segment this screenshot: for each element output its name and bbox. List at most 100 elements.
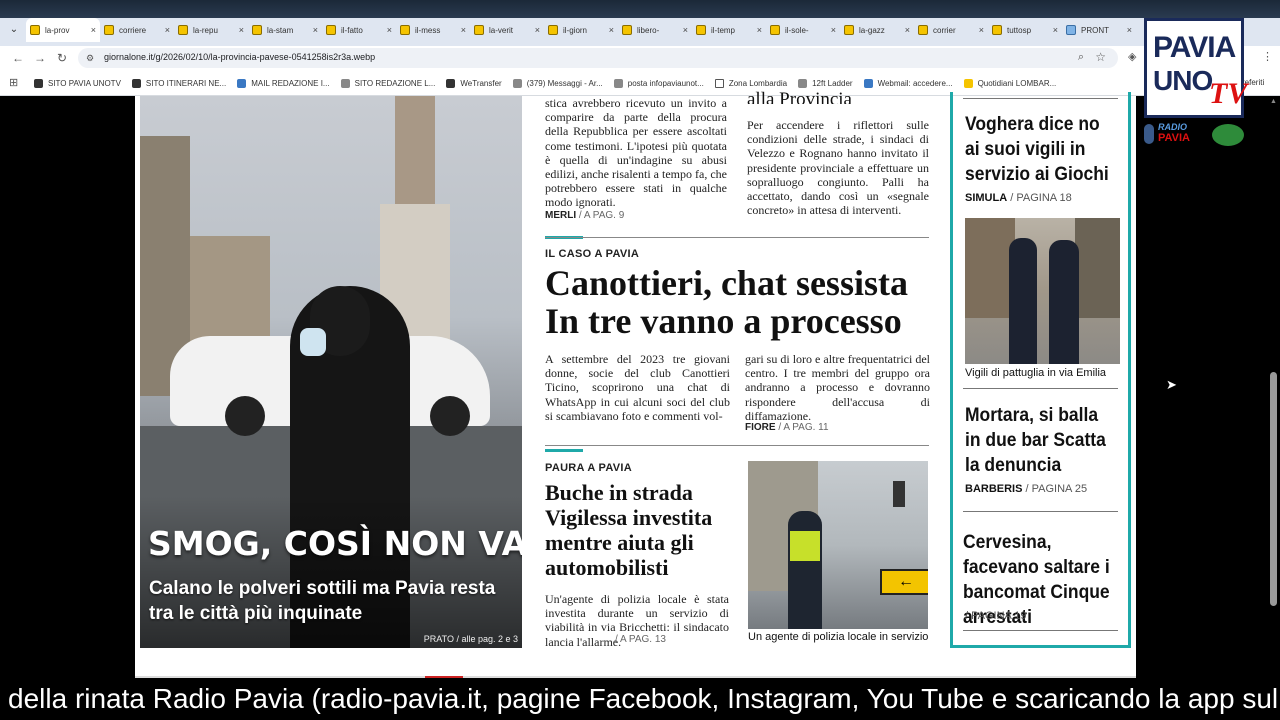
tab-pronto[interactable]: PRONT × — [1062, 18, 1136, 42]
police-photo: ← — [748, 461, 928, 629]
bookmark-label: 12ft Ladder — [812, 78, 853, 88]
newspaper-page: SMOG, COSÌ NON VA Calano le polveri sott… — [135, 90, 1136, 678]
tab-close-icon[interactable]: × — [1127, 25, 1132, 35]
tab-label: la-gazz — [859, 25, 885, 35]
photo-statue — [395, 96, 435, 206]
second-headline: Buche in strada Vigilessa investita ment… — [545, 480, 713, 580]
bookmark-favicon-icon — [34, 78, 43, 88]
main-kicker: IL CASO A PAVIA — [545, 248, 640, 260]
tab-label: PRONT — [1081, 25, 1109, 35]
bookmark-sito-redazione[interactable]: SITO REDAZIONE L... — [340, 78, 436, 88]
scrollbar-thumb[interactable] — [1270, 372, 1277, 606]
tab-libero[interactable]: libero- × — [618, 18, 692, 42]
sidebar-divider — [963, 511, 1118, 512]
tab-close-icon[interactable]: × — [609, 25, 614, 35]
tab-close-icon[interactable]: × — [165, 25, 170, 35]
tab-la-gazzetta[interactable]: la-gazz × — [840, 18, 914, 42]
address-bar-row: ← → ↻ ⚙ giornalone.it/g/2026/02/10/la-pr… — [0, 46, 1280, 70]
bookmark-messaggi[interactable]: (379) Messaggi - Ar... — [512, 78, 603, 88]
extension-shield-icon[interactable]: ◈ — [1128, 50, 1136, 63]
ticker-text: della rinata Radio Pavia (radio-pavia.it… — [8, 683, 1280, 714]
bookmark-favicon-icon — [963, 78, 973, 88]
url-field[interactable]: ⚙ giornalone.it/g/2026/02/10/la-provinci… — [78, 48, 1118, 68]
tab-close-icon[interactable]: × — [1053, 25, 1058, 35]
apps-grid-icon[interactable]: ⊞ — [9, 76, 18, 89]
bookmark-label: SITO REDAZIONE L... — [354, 78, 436, 88]
tab-label: il-giorn — [563, 25, 588, 35]
smog-photo: SMOG, COSÌ NON VA Calano le polveri sott… — [140, 96, 522, 648]
tab-la-provincia[interactable]: la-prov × — [26, 18, 100, 42]
tab-label: corrier — [933, 25, 956, 35]
article-author: MERLI — [545, 209, 577, 221]
article-page-ref: / PAGINA 18 — [1010, 192, 1072, 204]
tab-il-messaggero[interactable]: il-mess × — [396, 18, 470, 42]
tab-il-fatto[interactable]: il-fatto × — [322, 18, 396, 42]
article-heading-fragment: alla Provincia — [747, 90, 852, 104]
tab-label: il-fatto — [341, 25, 363, 35]
tab-corriere[interactable]: corriere × — [100, 18, 174, 42]
bookmark-sito-pavia-unotv[interactable]: SITO PAVIA UNOTV — [34, 78, 121, 88]
tab-close-icon[interactable]: × — [91, 25, 96, 35]
radio-logo-top: RADIO — [1158, 122, 1187, 132]
tab-corriere-2[interactable]: corrier × — [914, 18, 988, 42]
url-text[interactable]: giornalone.it/g/2026/02/10/la-provincia-… — [104, 52, 375, 62]
tab-il-sole[interactable]: il-sole- × — [766, 18, 840, 42]
scroll-up-arrow-icon[interactable]: ▲ — [1270, 98, 1277, 105]
sidebar-box: Voghera dice no ai suoi vigili in serviz… — [950, 92, 1131, 648]
bookmark-mail-redazione[interactable]: MAIL REDAZIONE I... — [237, 78, 330, 88]
bookmark-label: posta infopaviaunot... — [627, 78, 704, 88]
sidebar-ref: SIMULA / PAGINA 18 — [965, 192, 1072, 204]
article-page-ref: / PAGINA 19 — [965, 610, 1027, 622]
zoom-icon[interactable]: ⌕ — [1078, 51, 1084, 64]
tab-close-icon[interactable]: × — [683, 25, 688, 35]
favicon-icon — [548, 25, 558, 35]
wetransfer-icon — [446, 78, 456, 88]
tab-close-icon[interactable]: × — [461, 25, 466, 35]
bookmark-folder-zona-lombardia[interactable]: Zona Lombardia — [714, 78, 787, 88]
reload-icon[interactable]: ↻ — [54, 50, 70, 66]
bookmark-star-icon[interactable]: ☆ — [1095, 50, 1106, 64]
tab-label: la-stam — [267, 25, 294, 35]
tab-close-icon[interactable]: × — [831, 25, 836, 35]
article-author: SIMULA — [965, 192, 1008, 204]
tab-la-verita[interactable]: la-verit × — [470, 18, 544, 42]
article-reference: FIORE / A PAG. 11 — [745, 422, 930, 433]
tab-search-icon[interactable]: ⌄ — [6, 22, 22, 38]
bookmark-12ft-ladder[interactable]: 12ft Ladder — [798, 78, 853, 88]
back-arrow-icon[interactable]: ← — [10, 50, 26, 66]
menu-kebab-icon[interactable]: ⋮ — [1262, 50, 1273, 63]
article-page-ref: / PAGINA 25 — [1025, 483, 1088, 495]
article-page-ref: / A PAG. 11 — [778, 422, 829, 434]
sidebar-divider — [963, 630, 1118, 631]
tab-close-icon[interactable]: × — [239, 25, 244, 35]
tab-tuttosport[interactable]: tuttosp × — [988, 18, 1062, 42]
article-author: FIORE — [745, 422, 776, 434]
tab-close-icon[interactable]: × — [387, 25, 392, 35]
bookmark-webmail[interactable]: Webmail: accedere... — [863, 78, 953, 88]
site-info-icon[interactable]: ⚙ — [86, 52, 98, 64]
bookmark-label: MAIL REDAZIONE I... — [251, 78, 330, 88]
favicon-icon — [178, 25, 188, 35]
tab-il-giornale[interactable]: il-giorn × — [544, 18, 618, 42]
tab-il-tempo[interactable]: il-temp × — [692, 18, 766, 42]
bookmark-wetransfer[interactable]: WeTransfer — [446, 78, 502, 88]
second-kicker: PAURA A PAVIA — [545, 462, 633, 474]
radio-pavia-logo: RADIO PAVIA — [1144, 122, 1246, 148]
bookmark-posta[interactable]: posta infopaviaunot... — [613, 78, 704, 88]
tab-close-icon[interactable]: × — [979, 25, 984, 35]
main-article-col-1: A settembre del 2023 tre giovani donne, … — [545, 352, 730, 423]
tab-la-stampa[interactable]: la-stam × — [248, 18, 322, 42]
bookmark-quotidiani-lombardia[interactable]: Quotidiani LOMBAR... — [963, 78, 1056, 88]
bookmark-sito-itinerari[interactable]: SITO ITINERARI NE... — [131, 78, 226, 88]
kicker-rule — [545, 449, 583, 452]
forward-arrow-icon[interactable]: → — [32, 50, 48, 66]
smog-subheadline: Calano le polveri sottili ma Pavia resta… — [149, 578, 496, 624]
tab-close-icon[interactable]: × — [905, 25, 910, 35]
tab-close-icon[interactable]: × — [535, 25, 540, 35]
sidebar-ref: BARBERIS / PAGINA 25 — [965, 483, 1087, 495]
favicon-icon — [844, 25, 854, 35]
tab-close-icon[interactable]: × — [313, 25, 318, 35]
tab-close-icon[interactable]: × — [757, 25, 762, 35]
article-text: stica avrebbero ricevuto un invito a com… — [545, 96, 727, 210]
tab-la-repubblica[interactable]: la-repu × — [174, 18, 248, 42]
